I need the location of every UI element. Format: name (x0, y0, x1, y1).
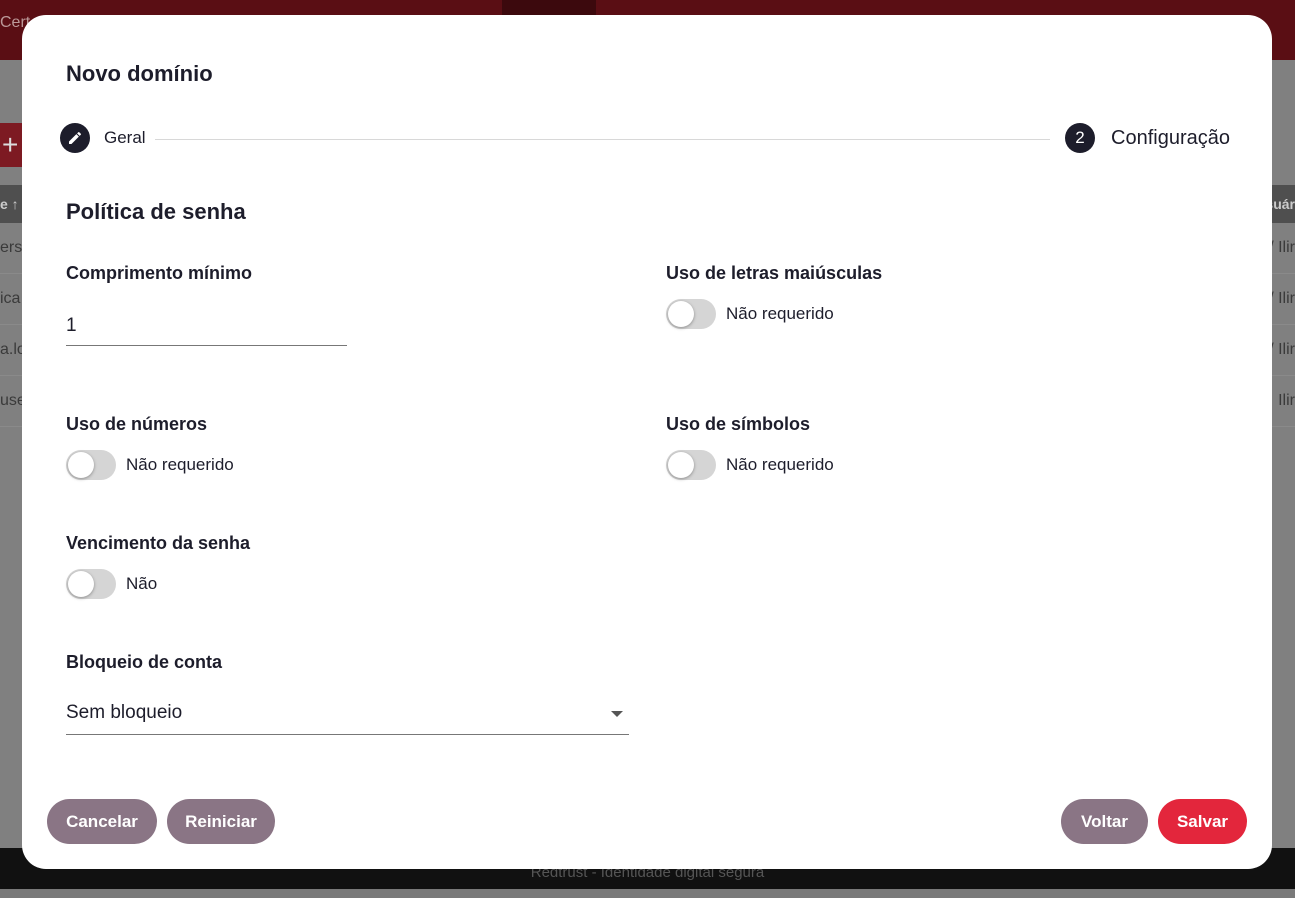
uppercase-label: Uso de letras maiúsculas (666, 263, 883, 283)
background-cell: / Ilir (1269, 341, 1295, 358)
background-add-button: + (0, 123, 22, 167)
reset-button[interactable]: Reiniciar (167, 799, 275, 844)
toggle-switch[interactable] (666, 299, 716, 329)
lockout-label: Bloqueio de conta (66, 652, 223, 672)
symbols-label: Uso de símbolos (666, 414, 811, 434)
back-button[interactable]: Voltar (1061, 799, 1148, 844)
background-cell: / Ilir (1269, 290, 1295, 307)
background-cell: ers (0, 239, 23, 256)
toggle-switch[interactable] (66, 569, 116, 599)
toggle-knob (668, 301, 694, 327)
lockout-select[interactable]: Sem bloqueio (66, 696, 629, 735)
new-domain-dialog: Novo domínio Geral 2 Configuração Políti… (22, 15, 1272, 869)
stepper: Geral 2 Configuração (60, 123, 1230, 155)
background-active-tab (502, 0, 596, 15)
numbers-toggle[interactable]: Não requerido (66, 450, 234, 480)
background-cell: Ilir (1278, 392, 1295, 409)
toggle-switch[interactable] (666, 450, 716, 480)
toggle-knob (68, 571, 94, 597)
symbols-toggle[interactable]: Não requerido (666, 450, 834, 480)
step-number-badge: 2 (1065, 123, 1096, 153)
step-configuration-label: Configuração (1111, 126, 1230, 149)
symbols-status: Não requerido (726, 455, 834, 474)
stepper-connector (155, 139, 1050, 140)
save-button[interactable]: Salvar (1158, 799, 1247, 844)
min-length-input[interactable] (66, 307, 347, 346)
expiration-toggle[interactable]: Não (66, 569, 157, 599)
toggle-knob (668, 452, 694, 478)
dialog-title: Novo domínio (66, 61, 213, 86)
pencil-icon (60, 123, 90, 153)
min-length-label: Comprimento mínimo (66, 263, 253, 283)
chevron-down-icon (611, 711, 623, 717)
toggle-knob (68, 452, 94, 478)
step-general[interactable]: Geral (60, 123, 146, 153)
uppercase-toggle[interactable]: Não requerido (666, 299, 834, 329)
numbers-status: Não requerido (126, 455, 234, 474)
expiration-label: Vencimento da senha (66, 533, 251, 553)
background-cell: / Ilir (1269, 239, 1295, 256)
cancel-button[interactable]: Cancelar (47, 799, 157, 844)
background-header-left: e ↑ (0, 196, 19, 212)
background-cell: ica (0, 290, 21, 307)
password-policy-title: Política de senha (66, 199, 246, 224)
numbers-label: Uso de números (66, 414, 208, 434)
toggle-switch[interactable] (66, 450, 116, 480)
step-general-label: Geral (104, 128, 146, 147)
expiration-status: Não (126, 574, 158, 593)
uppercase-status: Não requerido (726, 304, 834, 323)
step-configuration[interactable]: 2 Configuração (1065, 123, 1230, 153)
lockout-selected-value: Sem bloqueio (66, 702, 183, 723)
